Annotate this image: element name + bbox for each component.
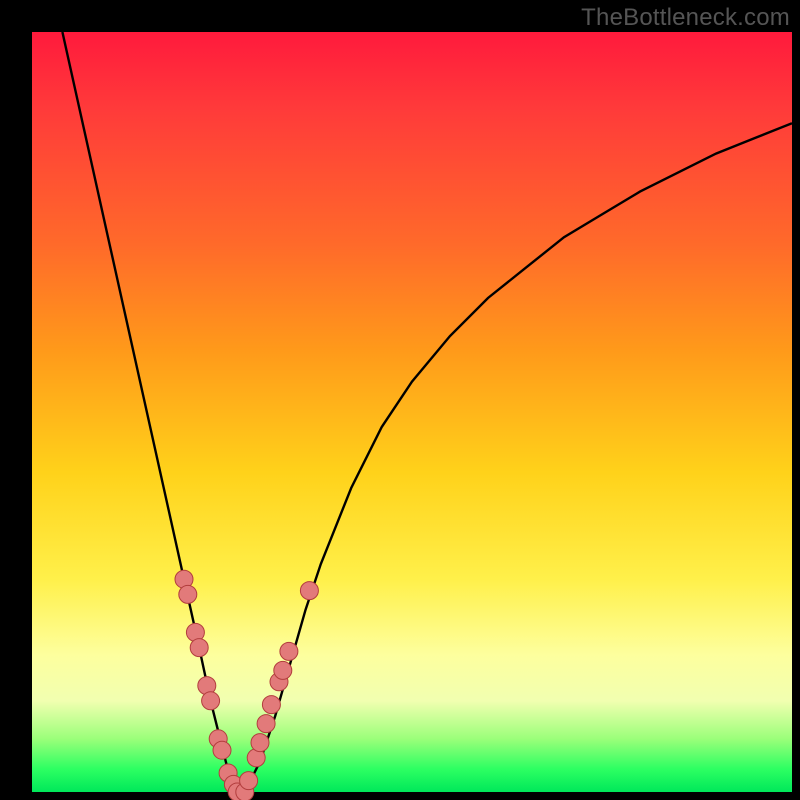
marker-dot [190,639,208,657]
marker-dot [262,696,280,714]
marker-dot [274,661,292,679]
marker-dot [213,741,231,759]
marker-dot [202,692,220,710]
watermark-text: TheBottleneck.com [581,4,790,32]
marker-dot [240,772,258,790]
marker-dot [257,715,275,733]
chart-frame: TheBottleneck.com [0,0,800,800]
marker-dot [251,734,269,752]
marker-dot [300,582,318,600]
curve-layer [32,32,792,792]
marker-dot [179,585,197,603]
marker-group [175,570,318,800]
bottleneck-curve-path [62,32,792,792]
marker-dot [280,642,298,660]
